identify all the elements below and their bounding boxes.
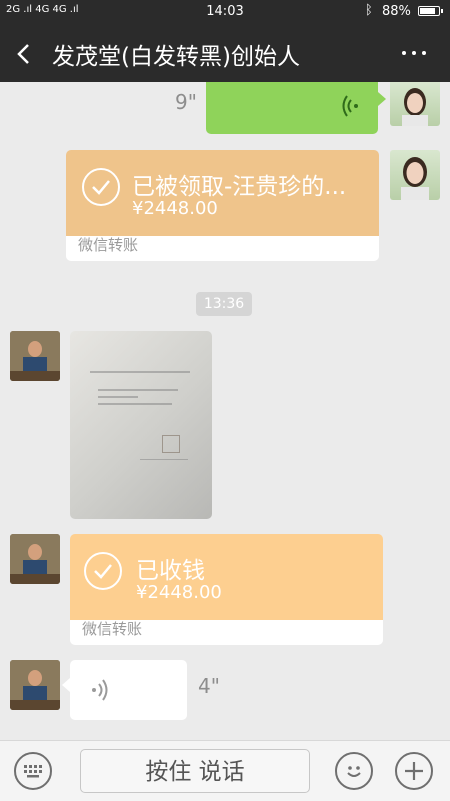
transfer-card-outgoing[interactable]: 已被领取-汪贵珍的... ¥2448.00 微信转账: [66, 150, 379, 261]
avatar-contact[interactable]: [10, 660, 60, 710]
chat-title: 发茂堂(白发转黑)创始人: [52, 44, 300, 70]
bluetooth-icon: ᛒ: [365, 3, 373, 18]
message-list[interactable]: 9" 已被领取-汪贵珍的... ¥2448.00 微信转账 13:36 已收钱 …: [0, 82, 450, 740]
voice-message-outgoing[interactable]: [206, 82, 386, 134]
transfer-status: 已被领取-汪贵珍的...: [132, 174, 347, 200]
plus-icon: [405, 762, 423, 780]
keyboard-button[interactable]: [14, 752, 52, 790]
voice-duration: 4": [198, 674, 220, 698]
timestamp-divider: 13:36: [196, 292, 252, 316]
transfer-card-incoming[interactable]: 已收钱 ¥2448.00 微信转账: [70, 534, 383, 645]
transfer-label: 微信转账: [82, 620, 143, 638]
avatar-portrait-icon: [402, 88, 428, 126]
battery-percent: 88%: [382, 4, 411, 19]
chat-header: 发茂堂(白发转黑)创始人: [0, 24, 450, 82]
transfer-amount: ¥2448.00: [132, 198, 218, 219]
avatar-contact[interactable]: [10, 331, 60, 381]
avatar-portrait-icon: [10, 331, 60, 381]
check-circle-icon: [82, 168, 120, 206]
transfer-amount: ¥2448.00: [136, 582, 222, 603]
transfer-footer: 微信转账: [66, 236, 379, 261]
input-bar: 按住 说话: [0, 740, 450, 801]
avatar-portrait-icon: [401, 157, 429, 200]
transfer-label: 微信转账: [78, 236, 139, 254]
keyboard-icon: [24, 765, 42, 778]
status-bar: 2G .ıl 4G 4G .ıl 14:03 ᛒ 88%: [0, 0, 450, 24]
battery-icon: [418, 6, 443, 16]
more-button[interactable]: [392, 36, 436, 70]
voice-duration: 9": [175, 90, 197, 114]
emoji-button[interactable]: [335, 752, 373, 790]
hold-to-talk-button[interactable]: 按住 说话: [80, 749, 310, 793]
transfer-footer: 微信转账: [70, 620, 383, 645]
transfer-card-body: 已被领取-汪贵珍的... ¥2448.00: [66, 150, 379, 236]
image-message[interactable]: [70, 331, 212, 519]
voice-wave-icon: [342, 95, 358, 117]
emoji-icon: [347, 766, 361, 777]
voice-wave-icon: [92, 679, 108, 701]
transfer-status: 已收钱: [136, 558, 205, 584]
more-dots-icon: [402, 51, 406, 55]
back-button[interactable]: [10, 34, 44, 72]
battery-level: [420, 8, 435, 14]
avatar-self[interactable]: [390, 150, 440, 200]
avatar-portrait-icon: [10, 534, 60, 584]
check-circle-icon: [84, 552, 122, 590]
voice-message-incoming[interactable]: [62, 660, 187, 720]
back-arrow-icon: [17, 44, 29, 64]
transfer-card-body: 已收钱 ¥2448.00: [70, 534, 383, 620]
more-functions-button[interactable]: [395, 752, 433, 790]
avatar-self[interactable]: [390, 82, 440, 126]
avatar-portrait-icon: [10, 660, 60, 710]
avatar-contact[interactable]: [10, 534, 60, 584]
